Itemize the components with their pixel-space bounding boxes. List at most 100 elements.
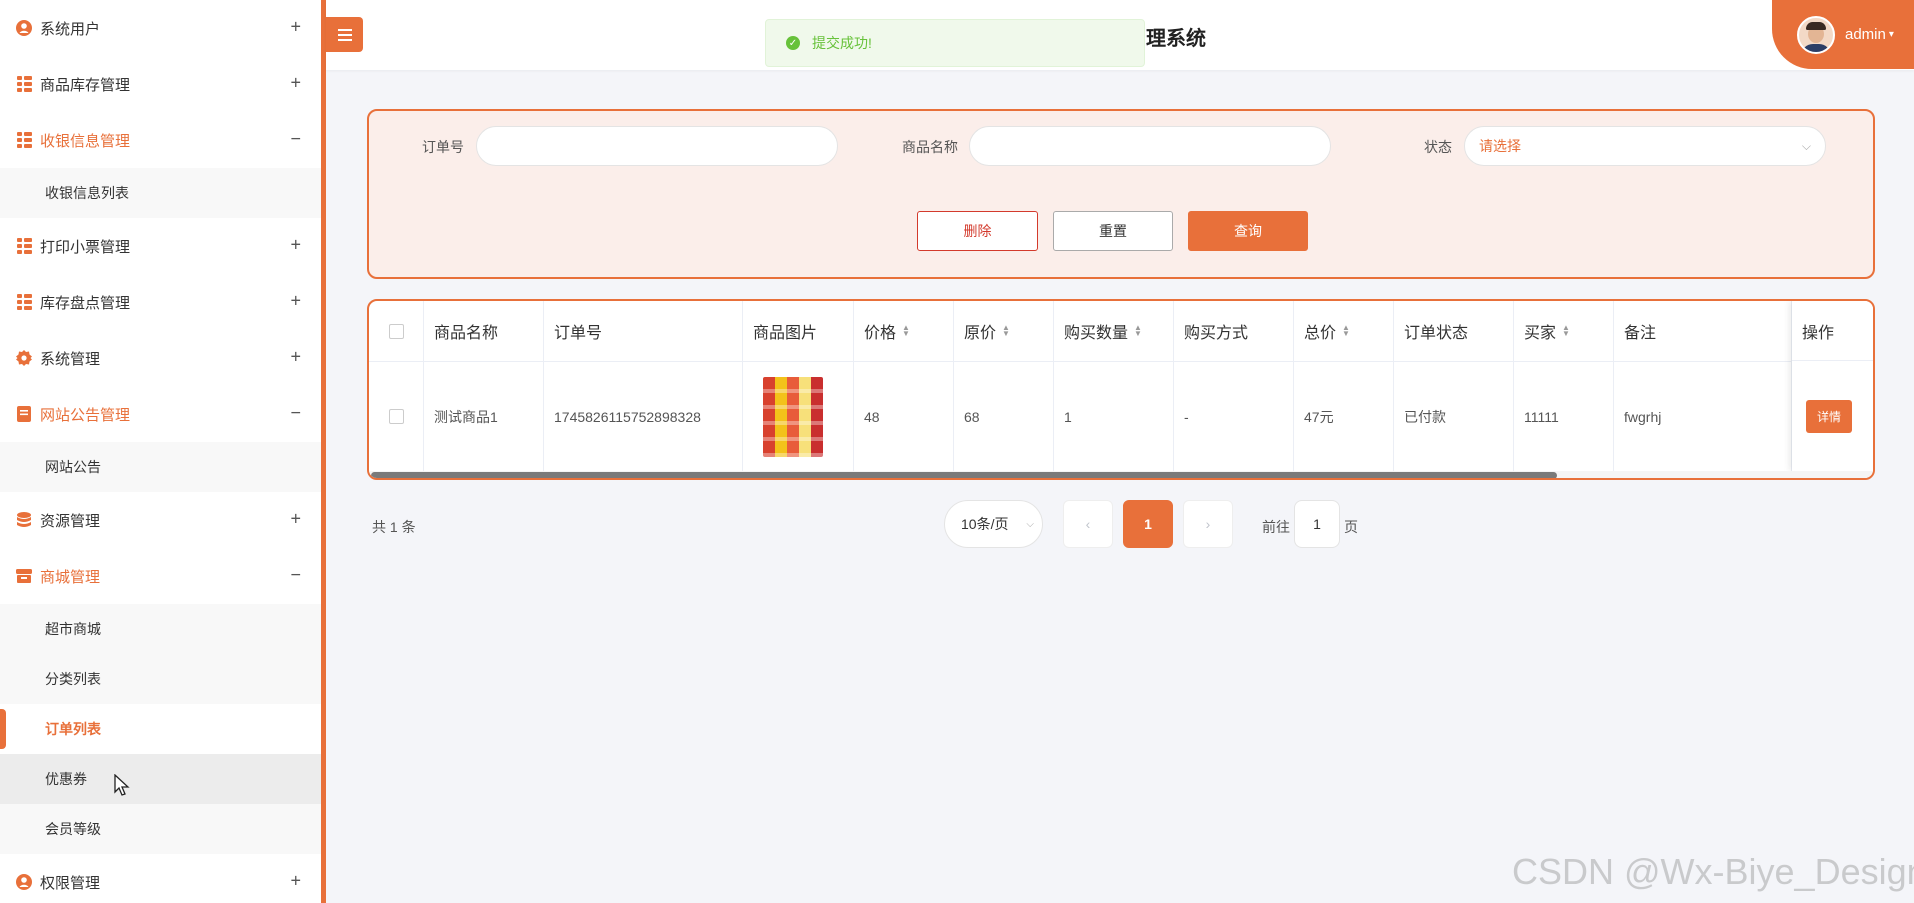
sidebar: 系统用户 + 商品库存管理 + 收银信息管理 − 收银信息列表 打印小票管理 +…: [0, 0, 326, 903]
column-header: 商品名称: [424, 301, 544, 361]
column-header-total[interactable]: 总价 ▲ ▼: [1294, 301, 1394, 361]
expand-icon: +: [290, 346, 301, 367]
order-no-label: 订单号: [422, 139, 464, 155]
sidebar-item-label: 库存盘点管理: [40, 294, 131, 312]
sidebar-subitem-coupons[interactable]: 优惠券: [0, 754, 321, 804]
column-header: 操作: [1792, 301, 1873, 361]
active-indicator: [0, 709, 6, 749]
watermark: CSDN @Wx-Biye_Design: [1512, 851, 1914, 892]
page-number-button[interactable]: 1: [1123, 500, 1173, 548]
sidebar-subitem-cashier-list[interactable]: 收银信息列表: [0, 168, 321, 218]
sidebar-subitem-label: 订单列表: [45, 721, 101, 737]
sidebar-subitem-order-list[interactable]: 订单列表: [0, 704, 321, 754]
sidebar-item-inventory[interactable]: 商品库存管理 +: [0, 56, 321, 112]
sidebar-item-label: 商品库存管理: [40, 76, 131, 94]
row-checkbox[interactable]: [388, 409, 404, 424]
order-no-input[interactable]: [476, 126, 838, 166]
hamburger-icon[interactable]: [326, 17, 363, 52]
cell-buyer: 11111: [1514, 362, 1614, 471]
sort-icon[interactable]: ▲ ▼: [1134, 324, 1142, 338]
sidebar-item-label: 系统用户: [40, 20, 101, 38]
column-header-label: 原价: [964, 325, 997, 342]
chevron-down-icon: ⌵: [1801, 138, 1811, 153]
expand-icon: +: [290, 290, 301, 311]
sidebar-subitem-member-level[interactable]: 会员等级: [0, 804, 321, 854]
column-header: 购买方式: [1174, 301, 1294, 361]
delete-button[interactable]: 删除: [917, 211, 1038, 251]
grid-icon: [16, 294, 32, 310]
page-size-value: 10条/页: [961, 516, 1009, 532]
sidebar-item-resources[interactable]: 资源管理 +: [0, 492, 321, 548]
row-select-cell: [369, 362, 424, 471]
status-select[interactable]: 请选择 ⌵: [1464, 126, 1826, 166]
cell-product-image: [743, 362, 854, 471]
sidebar-subitem-supermarket[interactable]: 超市商城: [0, 604, 321, 654]
sidebar-item-label: 打印小票管理: [40, 238, 131, 256]
sort-icon[interactable]: ▲ ▼: [902, 324, 910, 338]
product-thumbnail[interactable]: [763, 376, 823, 457]
query-button[interactable]: 查询: [1188, 211, 1308, 251]
sidebar-item-label: 商城管理: [40, 568, 101, 586]
next-page-button[interactable]: ›: [1183, 500, 1233, 548]
sidebar-item-receipt[interactable]: 打印小票管理 +: [0, 218, 321, 274]
sidebar-subitem-label: 网站公告: [45, 459, 101, 475]
cell-action: 详情: [1792, 362, 1873, 471]
expand-icon: +: [290, 16, 301, 37]
product-name-input[interactable]: [969, 126, 1331, 166]
horizontal-scrollbar[interactable]: [369, 471, 1873, 478]
column-header-quantity[interactable]: 购买数量 ▲ ▼: [1054, 301, 1174, 361]
select-all-checkbox[interactable]: [388, 323, 404, 339]
sidebar-subitem-announcement[interactable]: 网站公告: [0, 442, 321, 492]
goto-prefix: 前往: [1262, 519, 1290, 535]
total-count: 共 1 条: [372, 519, 416, 535]
product-name-label: 商品名称: [902, 139, 958, 155]
sort-icon[interactable]: ▲ ▼: [1342, 324, 1350, 338]
sort-icon[interactable]: ▲ ▼: [1562, 324, 1570, 338]
sidebar-item-label: 系统管理: [40, 350, 101, 368]
goto-page-input[interactable]: [1294, 500, 1340, 548]
column-header-original-price[interactable]: 原价 ▲ ▼: [954, 301, 1054, 361]
column-header-label: 总价: [1304, 325, 1337, 342]
cell-remark: fwgrhj: [1614, 362, 1792, 471]
expand-icon: +: [290, 72, 301, 93]
fixed-action-column: 操作 详情: [1792, 301, 1873, 471]
column-header-buyer[interactable]: 买家 ▲ ▼: [1514, 301, 1614, 361]
column-header-label: 价格: [864, 325, 897, 342]
sidebar-item-mall[interactable]: 商城管理 −: [0, 548, 321, 604]
sidebar-item-label: 收银信息管理: [40, 132, 131, 150]
column-header-price[interactable]: 价格 ▲ ▼: [854, 301, 954, 361]
cell-price: 48: [854, 362, 954, 471]
user-circle-icon: [16, 874, 32, 890]
avatar: [1797, 15, 1835, 54]
sidebar-item-announcement[interactable]: 网站公告管理 −: [0, 386, 321, 442]
user-circle-icon: [16, 20, 32, 36]
reset-button[interactable]: 重置: [1053, 211, 1173, 251]
sidebar-subitem-category-list[interactable]: 分类列表: [0, 654, 321, 704]
prev-page-button[interactable]: ‹: [1063, 500, 1113, 548]
sidebar-subitem-label: 超市商城: [45, 621, 101, 637]
chevron-left-icon: ‹: [1085, 516, 1091, 532]
scrollbar-thumb[interactable]: [371, 472, 1557, 478]
sidebar-item-cashier[interactable]: 收银信息管理 −: [0, 112, 321, 168]
collapse-icon: −: [290, 402, 301, 423]
sidebar-item-stocktake[interactable]: 库存盘点管理 +: [0, 274, 321, 330]
page-title: 理系统: [1146, 28, 1206, 50]
grid-icon: [16, 76, 32, 92]
expand-icon: +: [290, 234, 301, 255]
user-menu[interactable]: admin ▾: [1772, 0, 1914, 69]
column-header: 商品图片: [743, 301, 854, 361]
sidebar-subitem-label: 分类列表: [45, 671, 101, 687]
cell-purchase-method: -: [1174, 362, 1294, 471]
select-all-cell: [369, 301, 424, 361]
page-size-select[interactable]: 10条/页 ⌵: [944, 500, 1043, 548]
sidebar-item-label: 资源管理: [40, 512, 101, 530]
grid-icon: [16, 132, 32, 148]
cell-order-no: 1745826115752898328: [544, 362, 743, 471]
sidebar-item-permissions[interactable]: 权限管理 +: [0, 854, 321, 903]
sidebar-item-system-management[interactable]: 系统管理 +: [0, 330, 321, 386]
gear-icon: [16, 350, 32, 366]
detail-button[interactable]: 详情: [1806, 400, 1853, 433]
sidebar-subitem-label: 会员等级: [45, 821, 101, 837]
sort-icon[interactable]: ▲ ▼: [1002, 324, 1010, 338]
sidebar-item-system-users[interactable]: 系统用户 +: [0, 0, 321, 56]
